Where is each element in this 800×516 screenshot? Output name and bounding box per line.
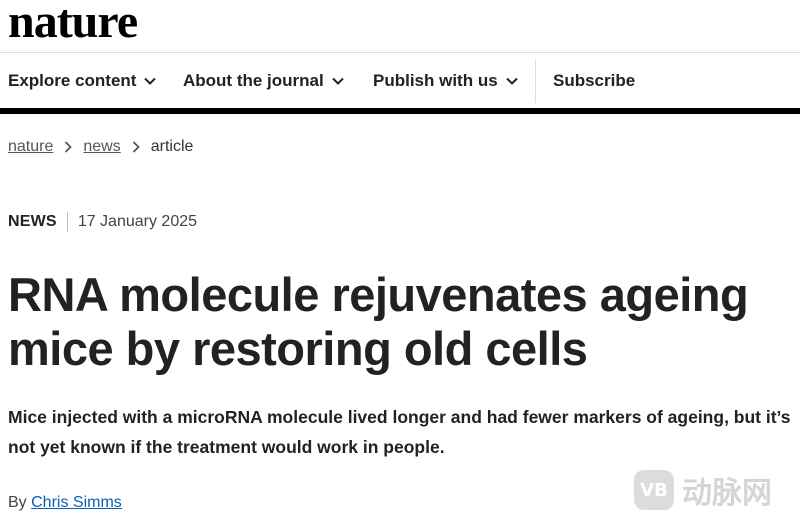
breadcrumb: nature news article [8, 136, 193, 158]
watermark-badge-icon: VB [634, 470, 674, 510]
article-byline: By Chris Simms [8, 494, 122, 512]
top-navigation: Explore content About the journal Publis… [0, 52, 800, 110]
nav-item-label: Publish with us [373, 71, 498, 90]
watermark: VB 动脉网 [634, 468, 794, 512]
byline-prefix: By [8, 494, 32, 511]
breadcrumb-link-news[interactable]: news [83, 138, 120, 156]
nav-about-the-journal[interactable]: About the journal [183, 53, 344, 109]
nav-item-label: Explore content [8, 71, 137, 90]
article-type: NEWS [8, 213, 57, 230]
article-title: RNA molecule rejuvenates ageing mice by … [8, 268, 749, 375]
article-meta: NEWS 17 January 2025 [8, 211, 197, 233]
subscribe-link[interactable]: Subscribe [553, 53, 635, 109]
nav-publish-with-us[interactable]: Publish with us [373, 53, 518, 109]
chevron-down-icon [505, 77, 518, 85]
site-logo[interactable]: nature [8, 0, 138, 49]
breadcrumb-current: article [150, 138, 194, 155]
chevron-right-icon [132, 141, 140, 153]
meta-divider [66, 212, 68, 232]
nav-divider [535, 59, 536, 103]
article-standfirst: Mice injected with a microRNA molecule l… [8, 407, 791, 457]
nav-bottom-rule [0, 108, 800, 114]
breadcrumb-link-nature[interactable]: nature [8, 138, 53, 156]
nav-explore-content[interactable]: Explore content [8, 53, 157, 109]
article-date: 17 January 2025 [77, 213, 198, 230]
chevron-right-icon [64, 141, 73, 153]
subscribe-label: Subscribe [553, 71, 636, 90]
chevron-down-icon [332, 77, 344, 85]
watermark-text: 动脉网 [682, 476, 772, 511]
nav-item-label: About the journal [183, 71, 324, 90]
chevron-down-icon [144, 77, 157, 85]
author-link[interactable]: Chris Simms [31, 494, 122, 511]
